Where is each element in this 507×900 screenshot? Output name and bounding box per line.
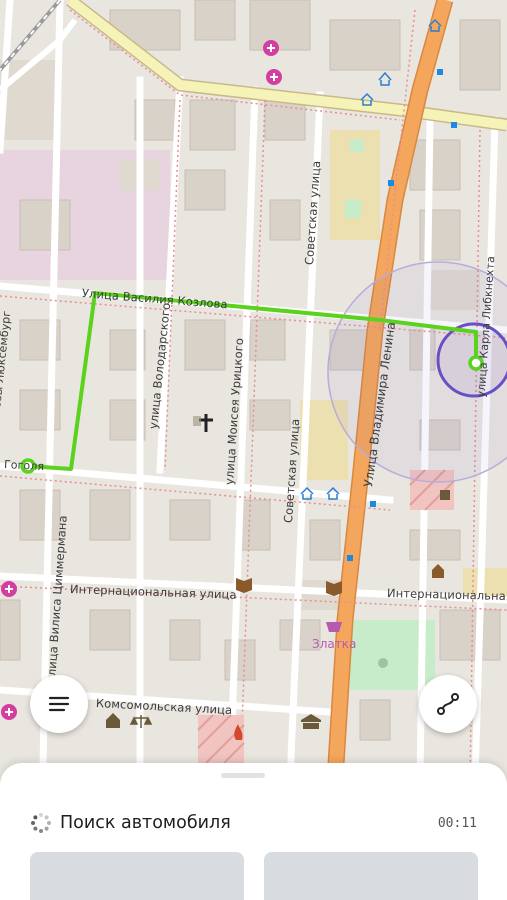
bottom-sheet[interactable]: Поиск автомобиля 00:11 xyxy=(0,763,507,900)
search-status-row: Поиск автомобиля 00:11 xyxy=(30,810,477,836)
route-icon xyxy=(437,693,459,715)
menu-icon xyxy=(48,696,70,712)
poi-label: Златка xyxy=(312,637,357,651)
menu-button[interactable] xyxy=(30,675,88,733)
sheet-drag-handle[interactable] xyxy=(221,773,265,778)
action-button-left[interactable] xyxy=(30,852,244,900)
search-timer: 00:11 xyxy=(437,815,477,831)
route-button[interactable] xyxy=(419,675,477,733)
street-label: Гоголя xyxy=(3,458,45,474)
status-text: Поиск автомобиля xyxy=(60,813,231,833)
action-button-right[interactable] xyxy=(264,852,478,900)
loading-spinner-icon xyxy=(30,812,52,834)
